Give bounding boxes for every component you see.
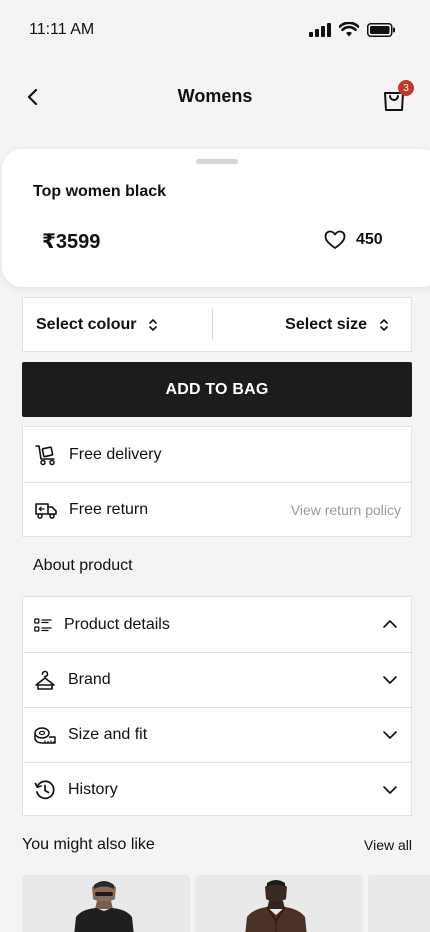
product-summary-card: Top women black ₹3599 450 [2, 149, 430, 287]
accordion-product-details[interactable]: Product details [23, 597, 411, 652]
return-truck-icon [35, 503, 57, 519]
product-accordion: Product details Brand Size and fit Histo… [22, 596, 412, 816]
chevron-up-icon [383, 620, 397, 628]
view-return-policy-link[interactable]: View return policy [291, 502, 401, 518]
list-icon [34, 617, 52, 632]
variant-selector: Select colour Select size [22, 297, 412, 352]
free-return-label: Free return [69, 501, 149, 518]
product-card[interactable] [195, 875, 363, 932]
accordion-label: Product details [64, 615, 170, 633]
product-image [368, 875, 430, 932]
cart-button[interactable]: 3 [382, 80, 414, 112]
about-product-heading: About product [33, 557, 133, 574]
sort-arrows-icon [149, 318, 158, 331]
battery-icon [367, 22, 395, 37]
hanger-icon [35, 670, 55, 690]
delivery-trolley-icon [35, 444, 55, 465]
view-all-link[interactable]: View all [364, 837, 412, 853]
chevron-down-icon [383, 676, 397, 684]
accordion-size-and-fit[interactable]: Size and fit [23, 707, 411, 762]
add-to-bag-button[interactable]: ADD TO BAG [22, 362, 412, 417]
free-return-row: Free return View return policy [23, 482, 411, 537]
free-delivery-row: Free delivery [23, 427, 411, 482]
delivery-info: Free delivery Free return View return po… [22, 426, 412, 537]
product-image [22, 875, 190, 932]
chevron-down-icon [383, 731, 397, 739]
history-icon [34, 780, 55, 800]
product-card[interactable] [22, 875, 190, 932]
cart-count-badge: 3 [398, 80, 414, 96]
measuring-tape-icon [34, 727, 56, 744]
page-title: Womens [177, 86, 253, 106]
free-delivery-label: Free delivery [69, 445, 162, 463]
status-bar: 11:11 AM [0, 0, 430, 60]
status-time: 11:11 AM [29, 21, 95, 38]
chevron-down-icon [383, 786, 397, 794]
product-image [195, 875, 363, 932]
accordion-label: Brand [68, 671, 111, 688]
recommendations-header: You might also like View all [22, 836, 412, 854]
status-icons [309, 22, 395, 37]
accordion-label: Size and fit [68, 726, 148, 743]
accordion-brand[interactable]: Brand [23, 652, 411, 707]
sort-arrows-icon [380, 318, 388, 331]
recommendations-carousel [22, 875, 430, 932]
colour-select[interactable]: Select colour [23, 298, 212, 351]
colour-select-label: Select colour [36, 315, 137, 333]
size-select[interactable]: Select size [213, 298, 411, 351]
cellular-signal-icon [309, 22, 331, 37]
like-count: 450 [356, 231, 383, 248]
size-select-label: Select size [285, 315, 367, 333]
heart-icon [324, 230, 346, 249]
accordion-history[interactable]: History [23, 762, 411, 817]
product-card[interactable] [368, 875, 430, 932]
recommendations-title: You might also like [22, 836, 155, 853]
wifi-icon [339, 22, 359, 37]
product-price: ₹3599 [42, 231, 101, 253]
product-name: Top women black [33, 183, 167, 200]
wishlist-button[interactable]: 450 [324, 230, 383, 250]
header: Womens 3 [0, 72, 430, 122]
drag-handle[interactable] [196, 159, 238, 164]
accordion-label: History [68, 781, 118, 798]
